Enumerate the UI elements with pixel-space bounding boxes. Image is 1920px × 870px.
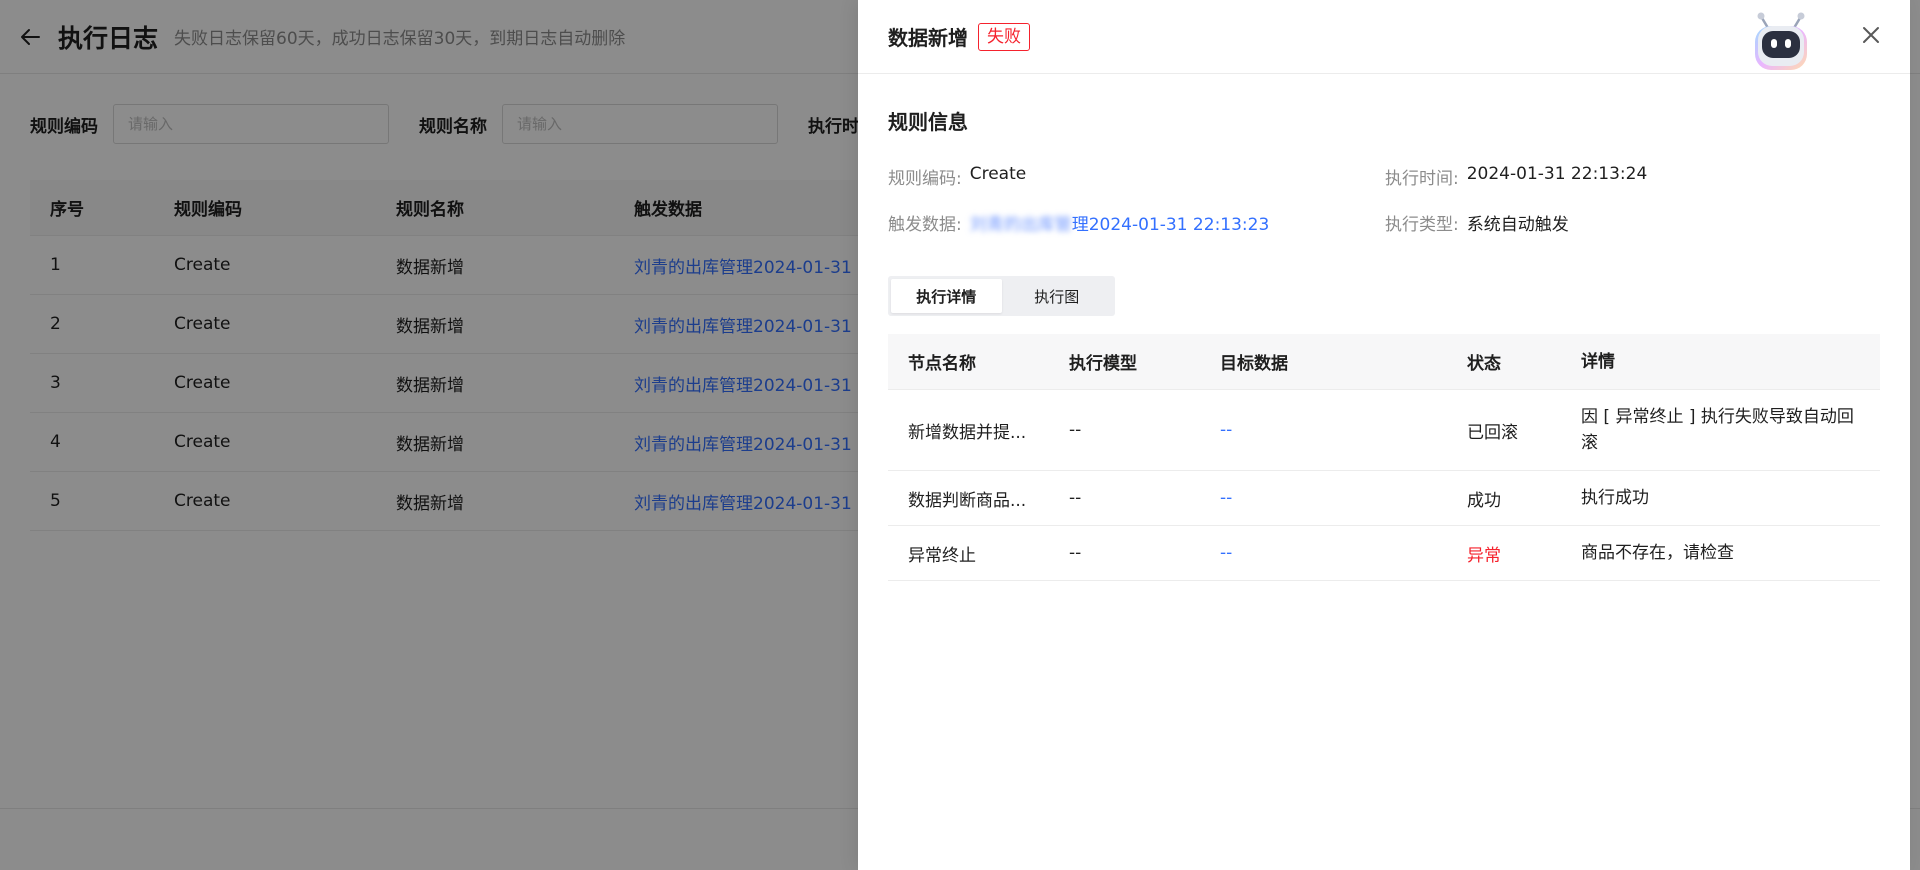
node-detail-table: 节点名称 执行模型 目标数据 状态 详情 新增数据并提... -- -- 已回滚… (888, 334, 1880, 581)
tab-exec-detail[interactable]: 执行详情 (891, 279, 1002, 313)
info-rule-code-label: 规则编码: (888, 169, 962, 189)
drawer-title: 数据新增 (888, 26, 968, 50)
col-status: 状态 (1467, 354, 1501, 374)
info-exec-time-label: 执行时间: (1385, 169, 1459, 189)
tab-exec-graph[interactable]: 执行图 (1002, 279, 1113, 313)
status-badge: 失败 (978, 22, 1030, 51)
cell-node-name: 新增数据并提... (908, 422, 1027, 443)
robot-assistant-icon[interactable] (1746, 8, 1816, 74)
detail-tabs: 执行详情 执行图 (888, 276, 1115, 316)
col-detail: 详情 (1581, 351, 1615, 372)
col-node-name: 节点名称 (908, 354, 976, 374)
table-row: 新增数据并提... -- -- 已回滚 因 [ 异常终止 ] 执行失败导致自动回… (888, 390, 1880, 471)
col-target-data: 目标数据 (1220, 354, 1288, 374)
info-exec-type-label: 执行类型: (1385, 215, 1459, 235)
info-exec-time: 执行时间: 2024-01-31 22:13:24 (1385, 164, 1647, 189)
info-trigger-label: 触发数据: (888, 215, 962, 235)
cell-target-link[interactable]: -- (1200, 488, 1447, 508)
info-exec-type-value: 系统自动触发 (1466, 215, 1569, 235)
table-row: 数据判断商品... -- -- 成功 执行成功 (888, 471, 1880, 526)
detail-drawer: 数据新增 失败 规则信息 规则编码: Create 执行时间: 2024-01-… (858, 0, 1910, 870)
info-trigger-link[interactable]: 刘青的出库管理2024-01-31 22:13:23 (970, 210, 1270, 235)
cell-status: 异常 (1467, 545, 1501, 566)
blurred-trigger-text: 刘青的出库管 (969, 215, 1072, 235)
section-title-rule-info: 规则信息 (888, 110, 968, 134)
col-exec-model: 执行模型 (1069, 354, 1137, 374)
cell-detail: 因 [ 异常终止 ] 执行失败导致自动回滚 (1581, 407, 1854, 453)
cell-detail: 执行成功 (1581, 488, 1649, 508)
info-rule-code: 规则编码: Create (888, 164, 1026, 189)
cell-exec-model: -- (1069, 543, 1082, 563)
cell-target-link[interactable]: -- (1200, 543, 1447, 563)
close-icon[interactable] (1860, 24, 1882, 46)
cell-node-name: 异常终止 (908, 545, 976, 566)
table-header: 节点名称 执行模型 目标数据 状态 详情 (888, 334, 1880, 390)
info-exec-type: 执行类型: 系统自动触发 (1385, 210, 1569, 235)
cell-exec-model: -- (1069, 488, 1082, 508)
cell-detail: 商品不存在，请检查 (1581, 543, 1734, 563)
cell-status: 已回滚 (1467, 422, 1518, 443)
cell-exec-model: -- (1069, 420, 1082, 440)
cell-status: 成功 (1467, 490, 1501, 511)
cell-node-name: 数据判断商品... (908, 490, 1027, 511)
table-row: 异常终止 -- -- 异常 商品不存在，请检查 (888, 526, 1880, 581)
info-exec-time-value: 2024-01-31 22:13:24 (1466, 164, 1648, 184)
info-rule-code-value: Create (969, 164, 1027, 184)
trigger-link-text: 理2024-01-31 22:13:23 (1071, 215, 1270, 235)
info-trigger-data: 触发数据: 刘青的出库管理2024-01-31 22:13:23 (888, 210, 1269, 235)
cell-target-link[interactable]: -- (1200, 420, 1447, 440)
